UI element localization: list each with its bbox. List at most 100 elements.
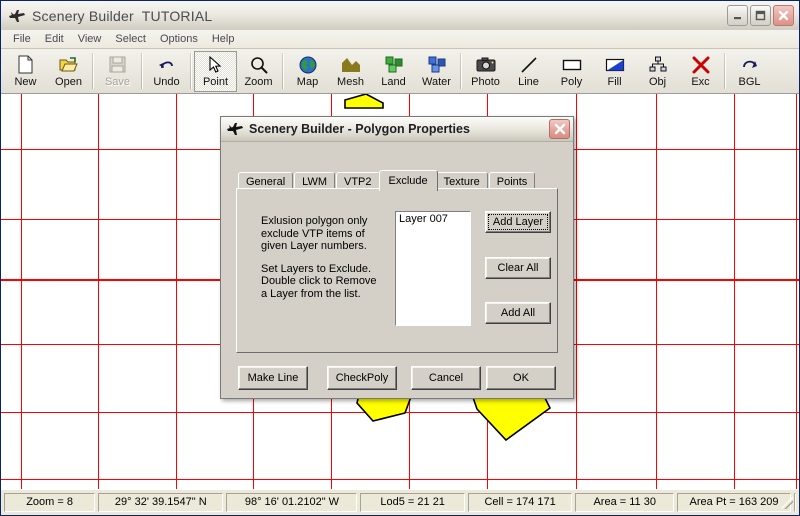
airplane-icon <box>226 122 244 137</box>
green-squares-icon <box>385 55 403 75</box>
ok-button[interactable]: OK <box>486 366 556 390</box>
toolbar-label: New <box>14 75 37 88</box>
status-zoom: Zoom = 8 <box>4 492 96 512</box>
floppy-disk-icon <box>109 55 126 75</box>
status-lod5: Lod5 = 21 21 <box>360 492 465 512</box>
airplane-icon <box>8 8 26 24</box>
toolbar-label: Obj <box>648 75 667 88</box>
toolbar-button-fill[interactable]: Fill <box>593 51 636 92</box>
application-window: Scenery Builder TUTORIAL File Edit View … <box>0 0 800 516</box>
polygon-properties-dialog: Scenery Builder - Polygon Properties Gen… <box>220 116 574 399</box>
resize-grip[interactable] <box>781 492 796 512</box>
toolbar-label: Zoom <box>244 75 273 88</box>
toolbar-button-line[interactable]: Line <box>507 51 550 92</box>
toolbar-button-open[interactable]: Open <box>47 51 90 92</box>
camera-icon <box>476 55 496 75</box>
toolbar-label: Point <box>202 75 229 88</box>
undo-arrow-icon <box>158 55 176 75</box>
add-layer-button[interactable]: Add Layer <box>485 211 551 233</box>
toolbar-label: Undo <box>153 75 180 88</box>
menu-item-options[interactable]: Options <box>153 31 205 47</box>
toolbar-label: Open <box>55 75 82 88</box>
menu-item-view[interactable]: View <box>71 31 109 47</box>
toolbar-button-mesh[interactable]: Mesh <box>329 51 372 92</box>
exclude-description-paragraph-1: Exlusion polygon only exclude VTP items … <box>261 215 368 252</box>
status-bar: Zoom = 8 29° 32' 39.1547" N 98° 16' 01.2… <box>1 489 799 515</box>
toolbar-label: Save <box>104 75 131 88</box>
dialog-tabstrip: General LWM VTP2 Exclude Texture Points <box>238 170 536 191</box>
toolbar-divider <box>724 53 726 89</box>
toolbar-button-photo[interactable]: Photo <box>464 51 507 92</box>
toolbar-label: Photo <box>471 75 500 88</box>
globe-icon <box>299 55 317 75</box>
toolbar-button-obj[interactable]: Obj <box>636 51 679 92</box>
menu-bar: File Edit View Select Options Help <box>1 30 799 49</box>
status-area: Area = 11 30 <box>575 492 675 512</box>
blue-squares-icon <box>428 55 446 75</box>
toolbar-label: Fill <box>607 75 622 88</box>
dialog-body: General LWM VTP2 Exclude Texture Points … <box>221 141 573 398</box>
toolbar-button-poly[interactable]: Poly <box>550 51 593 92</box>
compile-arrow-icon <box>741 55 759 75</box>
cancel-button[interactable]: Cancel <box>411 366 481 390</box>
rectangle-icon <box>562 55 582 75</box>
toolbar-button-land[interactable]: Land <box>372 51 415 92</box>
exclude-description: Exlusion polygon only exclude VTP items … <box>261 215 381 310</box>
red-x-icon <box>692 55 710 75</box>
window-titlebar: Scenery Builder TUTORIAL <box>1 1 799 31</box>
toolbar-label: Mesh <box>337 75 364 88</box>
toolbar-divider <box>92 53 94 89</box>
toolbar-button-new[interactable]: New <box>4 51 47 92</box>
menu-item-file[interactable]: File <box>6 31 38 47</box>
minimize-button[interactable] <box>727 5 748 26</box>
toolbar-button-undo[interactable]: Undo <box>145 51 188 92</box>
maximize-button[interactable] <box>750 5 771 26</box>
clear-all-button[interactable]: Clear All <box>485 257 551 279</box>
toolbar-button-map[interactable]: Map <box>286 51 329 92</box>
toolbar-label: Water <box>422 75 451 88</box>
window-controls <box>727 5 794 26</box>
menu-item-edit[interactable]: Edit <box>38 31 71 47</box>
toolbar-label: BGL <box>738 75 761 88</box>
filled-shape-icon <box>605 55 625 75</box>
status-cell: Cell = 174 171 <box>467 492 573 512</box>
toolbar: New Open Save Undo Point Zoom Map Mesh L… <box>1 49 799 94</box>
window-title: Scenery Builder TUTORIAL <box>32 7 213 24</box>
toolbar-label: Exc <box>691 75 710 88</box>
toolbar-button-save[interactable]: Save <box>96 51 139 92</box>
toolbar-divider <box>190 53 192 89</box>
add-all-button[interactable]: Add All <box>485 302 551 324</box>
make-line-button[interactable]: Make Line <box>238 366 308 390</box>
object-tree-icon <box>649 55 667 75</box>
tab-exclude[interactable]: Exclude <box>378 170 438 191</box>
dialog-titlebar[interactable]: Scenery Builder - Polygon Properties <box>221 117 573 142</box>
status-longitude: 98° 16' 01.2102" W <box>226 492 358 512</box>
exclude-tab-panel: Exlusion polygon only exclude VTP items … <box>236 188 558 353</box>
menu-item-help[interactable]: Help <box>205 31 242 47</box>
toolbar-divider <box>460 53 462 89</box>
toolbar-button-point[interactable]: Point <box>194 50 237 92</box>
new-document-icon <box>18 55 34 75</box>
toolbar-button-exc[interactable]: Exc <box>679 51 722 92</box>
layer-listbox[interactable]: Layer 007 <box>395 211 471 326</box>
check-poly-button[interactable]: CheckPoly <box>327 366 397 390</box>
list-item[interactable]: Layer 007 <box>396 212 470 226</box>
toolbar-divider <box>141 53 143 89</box>
magnifier-icon <box>250 55 268 75</box>
toolbar-divider <box>282 53 284 89</box>
status-latitude: 29° 32' 39.1547" N <box>98 492 224 512</box>
open-folder-icon <box>59 55 78 75</box>
dialog-close-button[interactable] <box>549 119 570 139</box>
toolbar-button-water[interactable]: Water <box>415 51 458 92</box>
status-area-pt: Area Pt = 163 209 <box>677 492 791 512</box>
toolbar-button-zoom[interactable]: Zoom <box>237 51 280 92</box>
cursor-arrow-icon <box>209 55 222 75</box>
dialog-title: Scenery Builder - Polygon Properties <box>249 122 470 136</box>
close-button[interactable] <box>773 5 794 26</box>
toolbar-button-bgl[interactable]: BGL <box>728 51 771 92</box>
exclusion-polygon[interactable] <box>344 94 384 109</box>
menu-item-select[interactable]: Select <box>108 31 153 47</box>
mountain-icon <box>341 55 361 75</box>
toolbar-label: Poly <box>560 75 583 88</box>
toolbar-label: Map <box>296 75 319 88</box>
